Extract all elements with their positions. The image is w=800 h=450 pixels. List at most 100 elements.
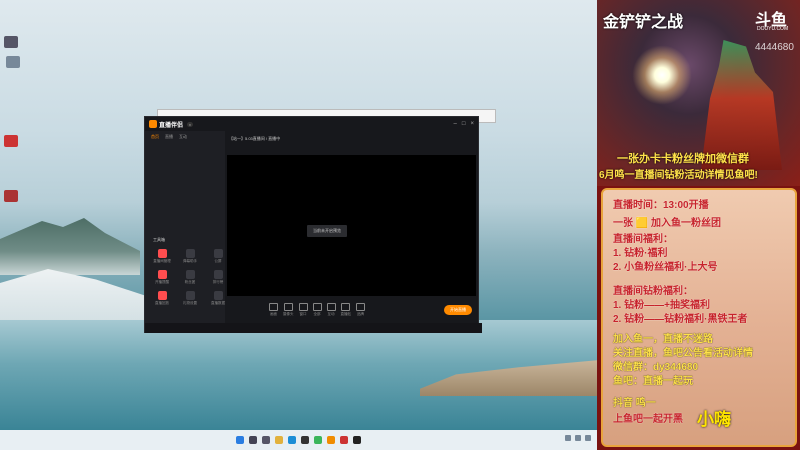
- board-line: 关注直播，鱼吧公告看活动详情: [613, 348, 753, 359]
- tool-icon: [185, 270, 195, 279]
- app-icon[interactable]: [340, 436, 348, 444]
- start-live-button[interactable]: 开始直播: [444, 305, 472, 315]
- nav-tab-interact[interactable]: 互动: [179, 134, 187, 140]
- tool-item[interactable]: 开播提醒: [151, 270, 173, 285]
- mountain: [0, 218, 140, 275]
- nav-tab-live[interactable]: 直播: [165, 134, 173, 140]
- stream-overlay-panel: 金铲铲之战 斗鱼 DOUYU.COM 4444680 一张办卡卡粉丝牌加微信群 …: [597, 0, 800, 450]
- tool-item[interactable]: 直播回放: [151, 291, 173, 306]
- desktop-icon-app1[interactable]: [4, 135, 18, 147]
- clock[interactable]: [585, 435, 591, 441]
- explorer-icon[interactable]: [275, 436, 283, 444]
- tool-label: 直播回放: [155, 301, 169, 305]
- tool-label: 礼物设置: [183, 301, 197, 305]
- tool-label: 弹幕助手: [183, 259, 197, 263]
- preview-canvas[interactable]: 当前未开启预览: [227, 155, 476, 296]
- tool-icon: [157, 291, 167, 300]
- store-icon[interactable]: [301, 436, 309, 444]
- desktop-icon-recycle[interactable]: [6, 56, 20, 68]
- toolbar-item[interactable]: 摄像头: [283, 303, 294, 317]
- tool-label: 粉丝团: [184, 280, 196, 284]
- tool-item[interactable]: 直播间管理: [151, 249, 173, 264]
- room-id: 4444680: [755, 42, 794, 53]
- tool-label: 排行榜: [212, 280, 224, 284]
- chat-icon[interactable]: [314, 436, 322, 444]
- toolbar-item[interactable]: 直播贴: [340, 303, 352, 317]
- toolbar-label: 直播贴: [340, 312, 352, 316]
- system-tray: [565, 435, 591, 441]
- toolbar-item[interactable]: 品牌: [356, 303, 365, 317]
- game-banner: 金铲铲之战 斗鱼 DOUYU.COM 4444680 一张办卡卡粉丝牌加微信群 …: [597, 0, 800, 186]
- tool-label: 公屏: [214, 259, 222, 263]
- tool-label: 开播提醒: [155, 280, 169, 284]
- tool-icon: [213, 270, 223, 279]
- toolbar-label: 画面: [270, 312, 277, 316]
- toolbar-item[interactable]: 互动: [326, 303, 336, 317]
- board-line: 2. 钻粉——钻粉福利·黑铁王者: [613, 314, 748, 325]
- window-icon: [298, 303, 308, 311]
- close-icon[interactable]: ×: [470, 121, 474, 127]
- board-line: 直播时间：13:00开播: [613, 200, 709, 211]
- tool-icon: [185, 291, 195, 300]
- source-toolbar: 画面 摄像头 窗口 全部 互动 直播贴 品牌: [225, 299, 522, 321]
- board-line: 微信群：dy344680: [613, 362, 699, 373]
- game-title: 金铲铲之战: [603, 14, 684, 31]
- nav-tab-home[interactable]: 首页: [151, 134, 159, 140]
- logo-icon: [149, 120, 157, 128]
- app-icon[interactable]: [327, 436, 335, 444]
- screen-icon: [269, 303, 278, 311]
- start-icon[interactable]: [236, 436, 244, 444]
- app-logo: 直播伴侣: [149, 120, 183, 129]
- toolbar-label: 窗口: [299, 312, 307, 316]
- board-line: 1. 钻粉——+抽奖福利: [613, 300, 710, 311]
- main-area: 【站一】5.03直播间 / 直播中 当前未开启预览 画面 摄像头 窗口 全部 互…: [225, 131, 478, 332]
- tool-icon: [213, 249, 223, 258]
- desktop-icon-pc[interactable]: [4, 36, 18, 48]
- minimize-icon[interactable]: –: [454, 121, 457, 127]
- all-icon: [312, 303, 322, 311]
- desktop: 直播伴侣 v – □ × 首页 直播 互动 工具箱 直播间管理 弹幕助手 公屏 …: [0, 0, 597, 450]
- toolbar-label: 品牌: [357, 312, 364, 316]
- taskview-icon[interactable]: [262, 436, 270, 444]
- banner-line-2: 6月鸣一直播间钻粉活动详情见鱼吧!: [599, 170, 758, 181]
- board-line: 2. 小鱼粉丝福利·上大号: [613, 262, 718, 273]
- toolbar-label: 摄像头: [283, 312, 294, 316]
- board-line: 加入鱼一，直播不迷路: [613, 334, 713, 345]
- toolbar-item[interactable]: 画面: [269, 303, 278, 317]
- status-bar: [145, 323, 482, 333]
- desktop-icon-app2[interactable]: [4, 190, 18, 202]
- tool-label: 直播数据: [211, 301, 225, 305]
- search-icon[interactable]: [249, 436, 257, 444]
- board-line: 鱼吧：直播一起玩: [613, 376, 693, 387]
- board-line: 上鱼吧一起开黑: [613, 414, 683, 425]
- tool-item[interactable]: 粉丝团: [179, 270, 201, 285]
- preview-button[interactable]: 当前未开启预览: [307, 225, 347, 237]
- app-name: 直播伴侣: [159, 122, 184, 129]
- sidebar: 首页 直播 互动 工具箱 直播间管理 弹幕助手 公屏 开播提醒 粉丝团 排行榜 …: [145, 131, 225, 332]
- tool-icon: [213, 291, 223, 300]
- nav-tabs: 首页 直播 互动: [145, 131, 225, 143]
- toolbar-item[interactable]: 全部: [312, 303, 322, 317]
- toolbox-grid: 直播间管理 弹幕助手 公屏 开播提醒 粉丝团 排行榜 直播回放 礼物设置 直播数…: [151, 249, 229, 306]
- board-line: 一张 🟨 加入鱼一粉丝团: [613, 218, 722, 229]
- edge-icon[interactable]: [288, 436, 296, 444]
- app-icon[interactable]: [353, 436, 361, 444]
- tool-label: 直播间管理: [153, 259, 171, 263]
- taskbar: [0, 430, 597, 450]
- sticker-icon: [341, 303, 351, 311]
- tool-item[interactable]: 礼物设置: [179, 291, 201, 306]
- tool-icon: [157, 249, 167, 258]
- douyu-url: DOUYU.COM: [757, 26, 789, 32]
- network-icon[interactable]: [565, 435, 571, 441]
- maximize-icon[interactable]: □: [462, 121, 466, 127]
- toolbar-item[interactable]: 窗口: [298, 303, 308, 317]
- banner-line-1: 一张办卡卡粉丝牌加微信群: [617, 153, 749, 165]
- volume-icon[interactable]: [575, 435, 581, 441]
- toolbox-title: 工具箱: [153, 237, 165, 242]
- interact-icon: [326, 303, 336, 311]
- tool-icon: [157, 270, 167, 279]
- tool-item[interactable]: 弹幕助手: [179, 249, 201, 264]
- streamer-signature: 小嗨: [697, 410, 731, 429]
- brand-icon: [356, 303, 365, 311]
- title-bar: 直播伴侣 v – □ ×: [145, 117, 478, 131]
